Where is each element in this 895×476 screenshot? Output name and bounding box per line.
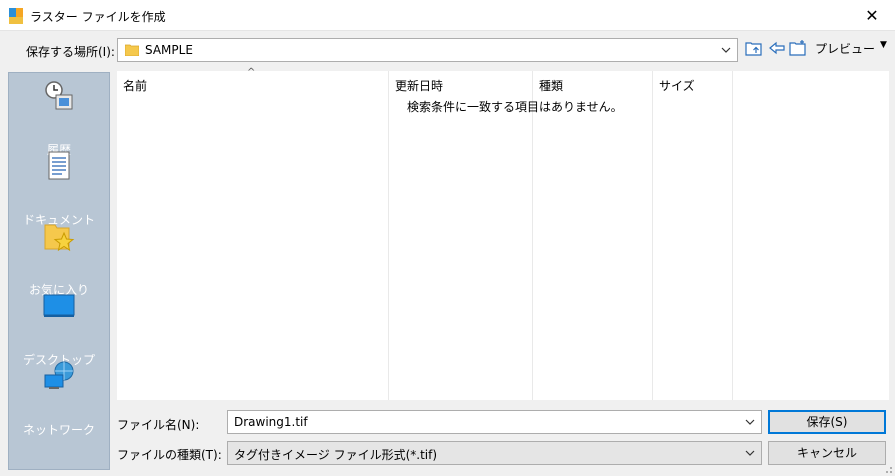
- history-icon: [45, 81, 73, 110]
- resize-grip-icon[interactable]: [883, 464, 893, 474]
- save-location-label: 保存する場所(I):: [26, 45, 115, 59]
- place-network-label: ネットワーク: [22, 423, 95, 437]
- filename-value: Drawing1.tif: [234, 415, 308, 429]
- places-bar: 履歴 ドキュメント お気に入り デスクトップ ネットワーク: [8, 72, 110, 470]
- back-arrow-icon: [769, 41, 785, 55]
- column-header-type[interactable]: 種類: [539, 77, 563, 94]
- place-network[interactable]: ネットワーク: [9, 359, 109, 438]
- chevron-down-icon: [745, 419, 755, 425]
- filename-label: ファイル名(N):: [117, 418, 200, 432]
- column-header-modified[interactable]: 更新日時: [395, 77, 443, 94]
- column-modified[interactable]: 更新日時: [389, 71, 533, 400]
- place-documents[interactable]: ドキュメント: [9, 149, 109, 228]
- column-size[interactable]: サイズ: [653, 71, 733, 400]
- cancel-button[interactable]: キャンセル: [768, 441, 886, 465]
- save-location-combo[interactable]: SAMPLE: [117, 38, 738, 62]
- preview-menu-arrow[interactable]: ▼: [880, 40, 887, 50]
- sort-ascending-icon: ^: [247, 67, 256, 78]
- network-icon: [44, 361, 74, 389]
- window-title: ラスター ファイルを作成: [30, 10, 166, 24]
- preview-toggle[interactable]: プレビュー: [815, 40, 875, 57]
- up-folder-button[interactable]: [744, 38, 764, 58]
- place-history[interactable]: 履歴: [9, 79, 109, 158]
- file-list[interactable]: ^ 名前 更新日時 種類 サイズ 検索条件に一致する項目はありません。: [117, 67, 889, 400]
- filename-input[interactable]: Drawing1.tif: [227, 410, 762, 434]
- desktop-icon: [43, 294, 75, 317]
- column-header-size[interactable]: サイズ: [659, 77, 695, 94]
- app-icon: [9, 8, 23, 24]
- documents-icon: [48, 151, 70, 180]
- close-button[interactable]: ✕: [849, 0, 895, 31]
- column-type[interactable]: 種類: [533, 71, 653, 400]
- column-name[interactable]: ^ 名前: [117, 67, 389, 400]
- column-header-name[interactable]: 名前: [123, 77, 147, 94]
- filetype-label: ファイルの種類(T):: [117, 448, 222, 462]
- place-favorites[interactable]: お気に入り: [9, 219, 109, 298]
- back-button[interactable]: [767, 38, 787, 58]
- save-location-value: SAMPLE: [145, 43, 193, 57]
- filetype-select[interactable]: タグ付きイメージ ファイル形式(*.tif): [227, 441, 762, 465]
- place-desktop[interactable]: デスクトップ: [9, 289, 109, 368]
- up-folder-icon: [745, 42, 762, 56]
- new-folder-button[interactable]: [788, 38, 808, 58]
- save-button[interactable]: 保存(S): [768, 410, 886, 434]
- chevron-down-icon: [745, 450, 755, 456]
- filetype-value: タグ付きイメージ ファイル形式(*.tif): [234, 448, 438, 462]
- chevron-down-icon: [721, 47, 731, 53]
- new-folder-icon: [789, 40, 806, 56]
- folder-icon: [125, 44, 139, 56]
- title-bar: ラスター ファイルを作成 ✕: [0, 0, 895, 31]
- favorites-icon: [44, 224, 75, 252]
- empty-list-message: 検索条件に一致する項目はありません。: [407, 100, 623, 114]
- close-icon: ✕: [865, 6, 879, 25]
